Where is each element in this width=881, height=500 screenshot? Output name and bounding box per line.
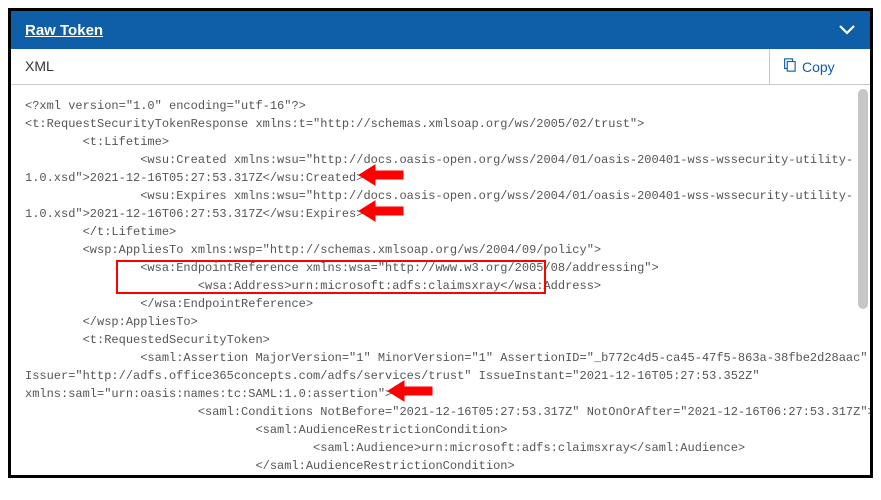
chevron-down-icon [838, 21, 856, 39]
panel-title: Raw Token [25, 22, 103, 39]
toolbar: XML Copy [11, 49, 870, 85]
copy-icon [782, 58, 796, 75]
xml-code: <?xml version="1.0" encoding="utf-16"?> … [11, 85, 870, 475]
tab-xml[interactable]: XML [11, 49, 770, 84]
raw-token-panel: Raw Token XML Copy <?xml version="1.0" e… [8, 8, 873, 478]
copy-label: Copy [802, 59, 835, 75]
scrollbar-thumb[interactable] [858, 89, 868, 309]
panel-header[interactable]: Raw Token [11, 11, 870, 49]
scrollbar[interactable] [858, 89, 868, 471]
code-viewport: <?xml version="1.0" encoding="utf-16"?> … [11, 85, 870, 475]
copy-button[interactable]: Copy [770, 49, 870, 84]
